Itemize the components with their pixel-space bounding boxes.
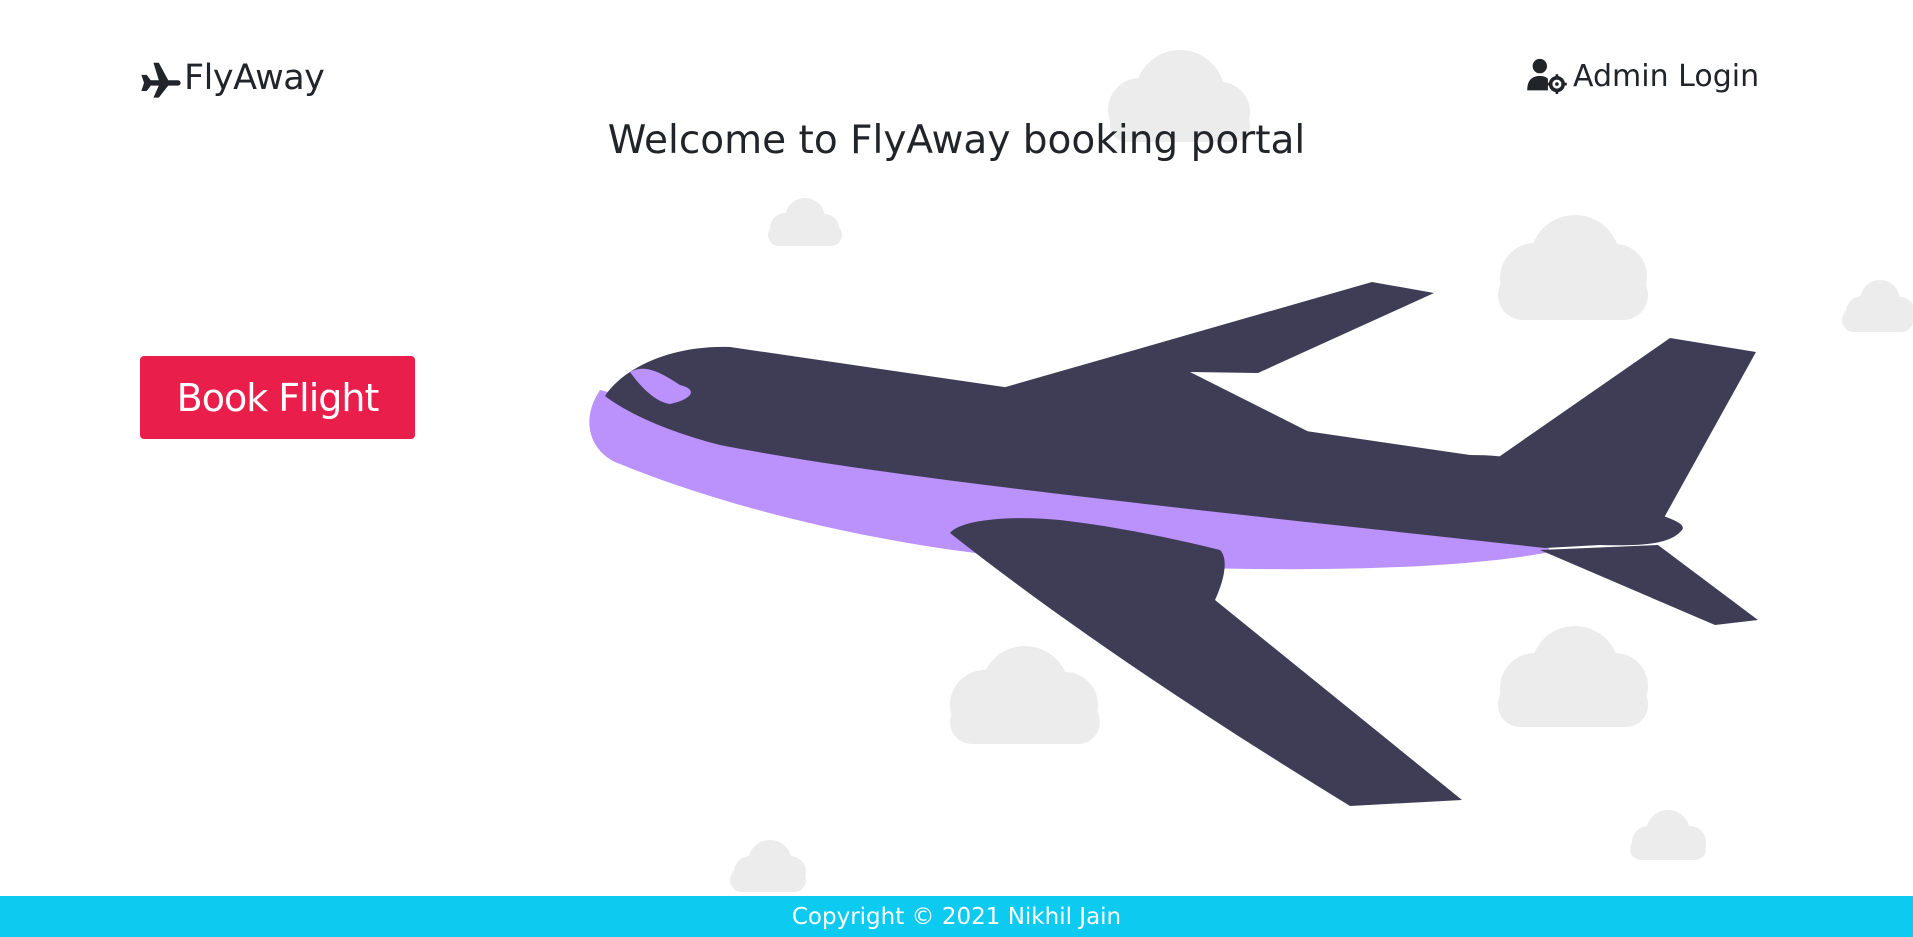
plane-icon: [141, 62, 181, 98]
user-gear-icon: [1527, 58, 1567, 94]
copyright-text: Copyright © 2021 Nikhil Jain: [791, 903, 1122, 930]
cloud-shape: [1630, 810, 1706, 860]
cloud-shape: [1842, 280, 1913, 332]
footer: Copyright © 2021 Nikhil Jain: [0, 896, 1913, 937]
welcome-heading: Welcome to FlyAway booking portal: [607, 118, 1306, 163]
brand-name: FlyAway: [184, 57, 325, 98]
landing-page: FlyAway Admin Login Welcome to FlyAway b…: [0, 0, 1913, 937]
admin-login-label: Admin Login: [1573, 58, 1760, 94]
cloud-shape: [730, 840, 806, 892]
admin-login-link[interactable]: Admin Login: [1527, 58, 1759, 94]
cloud-shape: [768, 198, 842, 246]
airplane-illustration: [589, 282, 1758, 806]
book-flight-button[interactable]: Book Flight: [140, 356, 415, 439]
cloud-shape: [1498, 215, 1648, 320]
brand-link[interactable]: FlyAway: [140, 56, 325, 99]
cloud-shape: [950, 646, 1100, 744]
airplane-stabilizer: [1540, 545, 1758, 625]
cloud-shape: [1498, 626, 1648, 727]
